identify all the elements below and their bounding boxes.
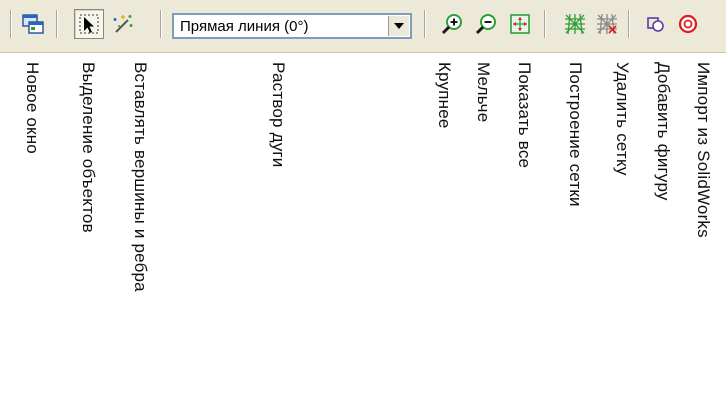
delete-mesh-button[interactable] (592, 9, 622, 39)
label-arc-angle: Раствор дуги (269, 62, 288, 168)
label-show-all: Показать все (515, 62, 534, 169)
label-zoom-in: Крупнее (435, 62, 454, 129)
delete-mesh-icon (597, 13, 617, 35)
zoom-in-button[interactable] (437, 9, 467, 39)
label-add-shape: Добавить фигуру (654, 62, 673, 201)
toolbar-separator (424, 10, 425, 38)
new-window-icon (22, 14, 44, 34)
new-window-button[interactable] (18, 9, 48, 39)
build-mesh-icon (565, 13, 585, 35)
toolbar-separator (56, 10, 57, 38)
label-delete-mesh: Удалить сетку (613, 62, 632, 176)
toolbar-separator (160, 10, 161, 38)
insert-vertices-edges-button[interactable] (108, 9, 138, 39)
add-shape-icon (647, 17, 664, 32)
line-type-select[interactable]: Прямая линия (0°) (172, 13, 412, 39)
dropdown-arrow-button[interactable] (388, 16, 409, 36)
add-shape-button[interactable] (641, 9, 671, 39)
toolbar-separator (10, 10, 11, 38)
label-insert-vertices-edges: Вставлять вершины и ребра (131, 62, 150, 292)
select-objects-button[interactable] (74, 9, 104, 39)
zoom-in-icon (441, 14, 462, 35)
label-zoom-out: Мельче (474, 62, 493, 123)
import-solidworks-button[interactable] (673, 9, 703, 39)
zoom-out-icon (475, 14, 496, 35)
build-mesh-button[interactable] (560, 9, 590, 39)
select-arrow-icon (79, 14, 99, 34)
chevron-down-icon (394, 23, 404, 29)
toolbar-separator (628, 10, 629, 38)
magic-wand-icon (113, 15, 133, 33)
fit-all-icon (510, 14, 530, 34)
zoom-out-button[interactable] (471, 9, 501, 39)
label-select-objects: Выделение объектов (79, 62, 98, 233)
line-type-select-value: Прямая линия (0°) (180, 18, 309, 35)
toolbar-separator (544, 10, 545, 38)
label-build-mesh: Построение сетки (566, 62, 585, 207)
label-import-solidworks: Импорт из SolidWorks (694, 62, 713, 238)
show-all-button[interactable] (505, 9, 535, 39)
import-icon (678, 14, 698, 34)
toolbar: Прямая линия (0°) (0, 0, 726, 53)
label-new-window: Новое окно (23, 62, 42, 154)
